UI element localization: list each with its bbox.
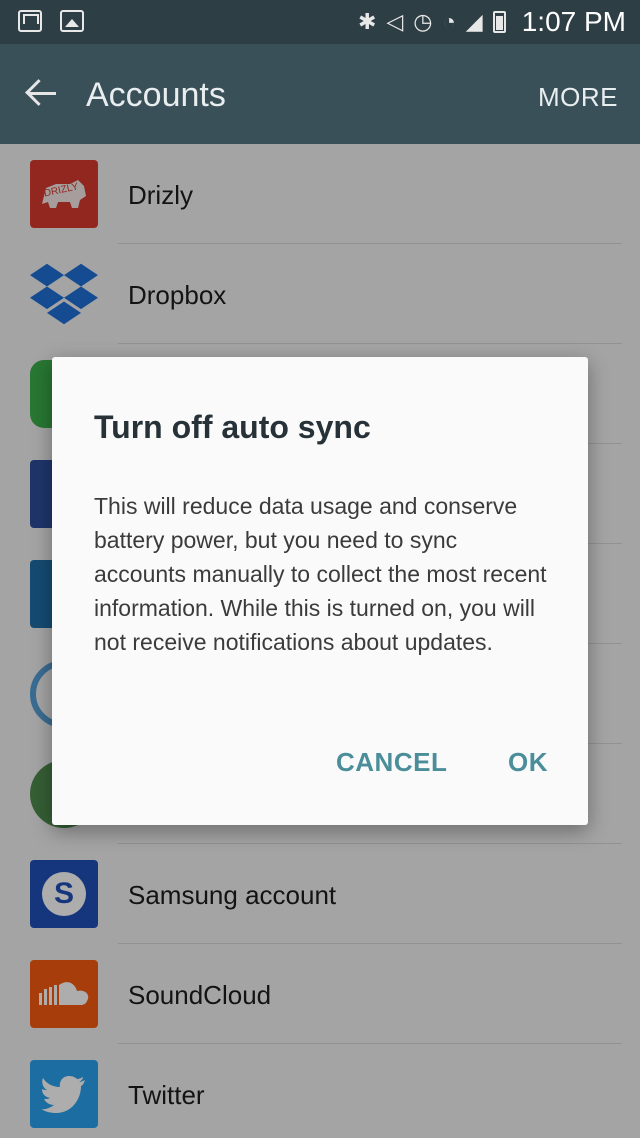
bluetooth-icon: ✱ (357, 9, 377, 34)
auto-sync-dialog: Turn off auto sync This will reduce data… (52, 357, 588, 825)
battery-icon (492, 11, 506, 33)
ok-button[interactable]: OK (508, 747, 548, 778)
cancel-button[interactable]: CANCEL (336, 747, 447, 778)
app-bar: Accounts MORE (0, 44, 640, 144)
gmail-icon (18, 10, 42, 32)
gallery-icon (60, 10, 84, 32)
more-button[interactable]: MORE (538, 82, 618, 113)
status-right-icons: ✱ ◁ ◷ ◔ ◢ 1:07 PM (358, 6, 626, 38)
status-left-icons (18, 10, 84, 32)
wifi-icon: ◔ (442, 9, 456, 34)
dialog-message: This will reduce data usage and conserve… (94, 493, 547, 655)
alarm-icon: ◷ (413, 9, 433, 34)
back-arrow-icon[interactable] (24, 74, 64, 114)
page-title: Accounts (86, 76, 226, 114)
dialog-title: Turn off auto sync (94, 409, 371, 445)
signal-icon: ◢ (465, 9, 483, 34)
status-bar: ✱ ◁ ◷ ◔ ◢ 1:07 PM (0, 0, 640, 44)
status-time: 1:07 PM (521, 6, 626, 37)
mute-icon: ◁ (386, 9, 404, 34)
